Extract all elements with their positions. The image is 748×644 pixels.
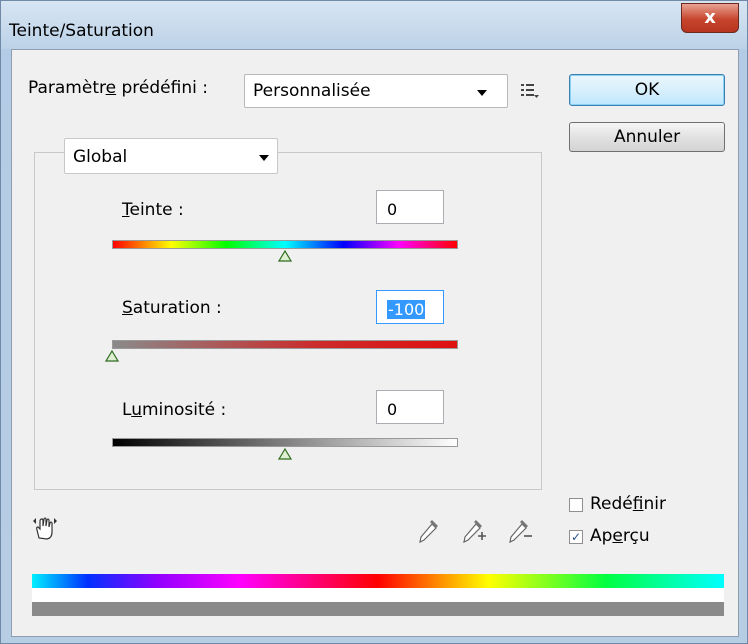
hue-input[interactable]: 0 bbox=[376, 190, 444, 224]
preset-label: Paramètre prédéfini : bbox=[28, 78, 208, 98]
preset-dropdown[interactable]: Personnalisée bbox=[244, 74, 508, 108]
chevron-down-icon bbox=[477, 90, 487, 96]
title-bar[interactable]: Teinte/Saturation x bbox=[1, 1, 747, 49]
cancel-button[interactable]: Annuler bbox=[569, 122, 725, 152]
close-icon: x bbox=[704, 7, 716, 28]
colorize-label[interactable]: Redéfinir bbox=[590, 494, 666, 514]
saturation-label: Saturation : bbox=[122, 298, 222, 318]
hand-adjust-icon[interactable] bbox=[32, 516, 58, 542]
eyedropper-add-icon[interactable] bbox=[460, 516, 488, 544]
saturation-input[interactable]: -100 bbox=[376, 290, 444, 324]
colorize-checkbox[interactable] bbox=[569, 498, 583, 512]
ok-button[interactable]: OK bbox=[569, 74, 725, 106]
output-color-bar bbox=[32, 602, 724, 616]
eyedropper-icon[interactable] bbox=[416, 516, 442, 544]
dialog-body: Paramètre prédéfini : Personnalisée OK A… bbox=[11, 49, 739, 637]
hue-label: Teinte : bbox=[122, 200, 184, 220]
hue-slider-thumb[interactable] bbox=[278, 250, 292, 262]
channel-value: Global bbox=[73, 147, 128, 167]
lightness-slider-thumb[interactable] bbox=[278, 448, 292, 460]
preset-value: Personnalisée bbox=[253, 81, 371, 101]
chevron-down-icon bbox=[259, 155, 269, 161]
preview-checkbox[interactable]: ✓ bbox=[569, 530, 583, 544]
window-title: Teinte/Saturation bbox=[9, 21, 154, 41]
lightness-input[interactable]: 0 bbox=[376, 390, 444, 424]
input-color-bar bbox=[32, 574, 724, 588]
saturation-slider-track[interactable] bbox=[112, 340, 458, 349]
close-button[interactable]: x bbox=[681, 3, 739, 33]
channel-dropdown[interactable]: Global bbox=[64, 138, 278, 174]
hue-slider-track[interactable] bbox=[112, 240, 458, 249]
saturation-slider-thumb[interactable] bbox=[105, 350, 119, 362]
lightness-label: Luminosité : bbox=[122, 400, 227, 420]
eyedropper-subtract-icon[interactable] bbox=[506, 516, 534, 544]
dialog-window: Teinte/Saturation x Paramètre prédéfini … bbox=[0, 0, 748, 644]
preset-options-icon[interactable] bbox=[520, 82, 540, 100]
lightness-slider-track[interactable] bbox=[112, 438, 458, 447]
bar-separator bbox=[32, 588, 724, 602]
preview-label[interactable]: Aperçu bbox=[590, 526, 650, 546]
